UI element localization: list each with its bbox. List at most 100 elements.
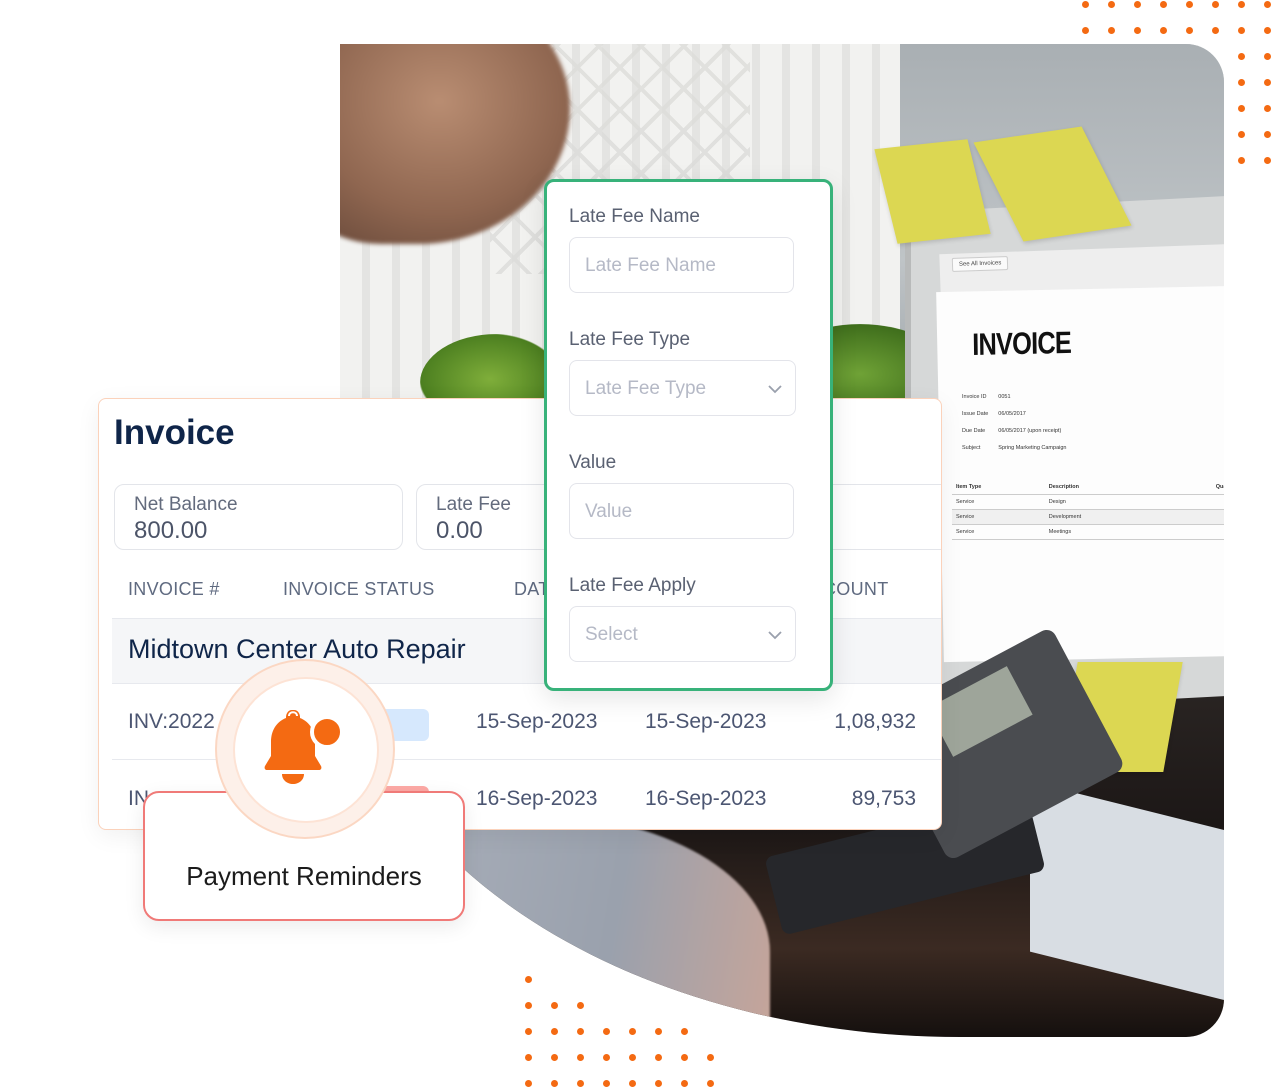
decorative-dot — [1108, 1, 1115, 8]
decorative-dot — [1238, 1, 1245, 8]
items-cell: Service — [952, 509, 1045, 525]
invoice-due-date: 15-Sep-2023 — [645, 710, 767, 733]
meta-value: 0051 — [998, 394, 1011, 400]
invoice-number[interactable]: INV:2022 — [128, 710, 215, 734]
late-fee-name-label: Late Fee Name — [569, 206, 700, 227]
photo-invoice-items-table: Item Type Description Quantity Service D… — [952, 480, 1224, 540]
items-row: Service Development 57.00 — [952, 509, 1224, 525]
column-invoice-status[interactable]: INVOICE STATUS — [283, 579, 435, 600]
decorative-dot — [681, 1080, 688, 1087]
late-fee-type-label: Late Fee Type — [569, 329, 691, 350]
value-input[interactable]: Value — [569, 483, 794, 539]
invoice-date: 15-Sep-2023 — [476, 710, 598, 733]
meta-label: Subject — [962, 445, 981, 451]
decorative-dot — [1082, 1, 1089, 8]
decorative-dot — [707, 1080, 714, 1087]
items-row: Service Meetings 4.50 — [952, 524, 1224, 540]
photo-invoice-meta: Invoice ID 0051 Issue Date 06/05/2017 Due … — [960, 388, 1076, 458]
net-balance-value: 800.00 — [134, 517, 208, 544]
decorative-dot — [1238, 157, 1245, 164]
decorative-dot — [1238, 105, 1245, 112]
late-fee-apply-placeholder: Select — [585, 624, 638, 645]
items-header: Quantity — [1157, 480, 1224, 495]
decorative-dot — [525, 1054, 532, 1061]
value-label: Value — [569, 452, 617, 473]
net-balance-label: Net Balance — [134, 494, 238, 515]
meta-value: 06/05/2017 — [998, 411, 1026, 417]
decorative-dot — [1264, 131, 1271, 138]
decorative-dot — [1238, 53, 1245, 60]
decorative-dot — [551, 1080, 558, 1087]
decorative-dot — [629, 1054, 636, 1061]
late-fee-apply-label: Late Fee Apply — [569, 575, 696, 596]
decorative-dot — [1264, 105, 1271, 112]
items-cell: 4.50 — [1157, 524, 1224, 540]
decorative-dot — [1264, 1, 1271, 8]
decorative-dot — [707, 1054, 714, 1061]
payment-reminders-label: Payment Reminders — [186, 861, 422, 891]
decorative-dot — [681, 1054, 688, 1061]
items-cell: Service — [952, 524, 1045, 540]
meta-label: Due Date — [962, 428, 986, 434]
decorative-dot — [1082, 27, 1089, 34]
invoice-date: 16-Sep-2023 — [476, 787, 598, 810]
decorative-dot — [629, 1080, 636, 1087]
column-invoice-number[interactable]: INVOICE # — [128, 579, 220, 600]
decorative-dot — [551, 1054, 558, 1061]
late-fee-label: Late Fee — [436, 494, 511, 515]
invoice-amount: 89,753 — [851, 787, 916, 810]
items-cell: Design — [1044, 494, 1158, 510]
decorative-dot — [655, 1054, 662, 1061]
decorative-dot — [1264, 157, 1271, 164]
late-fee-type-select[interactable]: Late Fee Type — [569, 360, 796, 416]
decorative-dot — [1264, 53, 1271, 60]
decorative-dot — [1134, 1, 1141, 8]
items-cell: Development — [1044, 509, 1158, 525]
items-row: Service Design 41.00 — [952, 494, 1224, 510]
invoice-amount: 1,08,932 — [834, 710, 916, 733]
late-fee-name-input[interactable]: Late Fee Name — [569, 237, 794, 293]
items-cell: 57.00 — [1157, 509, 1224, 525]
decorative-dot — [1238, 131, 1245, 138]
meta-label: Issue Date — [962, 411, 989, 417]
items-header: Item Type — [952, 480, 1045, 495]
net-balance-box: Net Balance 800.00 — [114, 484, 403, 550]
decorative-dot — [1238, 79, 1245, 86]
decorative-dot — [1212, 1, 1219, 8]
items-header: Description — [1044, 480, 1158, 495]
decorative-dot — [603, 1054, 610, 1061]
late-fee-apply-select[interactable]: Select — [569, 606, 796, 662]
items-cell: Service — [952, 494, 1045, 510]
late-fee-name-placeholder: Late Fee Name — [585, 255, 716, 276]
late-fee-type-placeholder: Late Fee Type — [585, 378, 707, 399]
decorative-dot — [577, 1080, 584, 1087]
decorative-dot — [1212, 27, 1219, 34]
decorative-dot — [1108, 27, 1115, 34]
decorative-dot — [1186, 1, 1193, 8]
bell-notification-icon — [264, 710, 344, 784]
decorative-dot — [1160, 1, 1167, 8]
value-placeholder: Value — [585, 501, 633, 522]
decorative-dot — [603, 1080, 610, 1087]
decorative-dot — [655, 1080, 662, 1087]
late-fee-value: 0.00 — [436, 517, 483, 544]
decorative-dot — [1264, 27, 1271, 34]
meta-label: Invoice ID — [962, 394, 987, 400]
chevron-down-icon — [768, 631, 782, 640]
decorative-dot — [577, 1054, 584, 1061]
meta-value: Spring Marketing Campaign — [998, 445, 1067, 451]
decorative-dot — [1186, 27, 1193, 34]
late-fee-form: Late Fee Name Late Fee Name Late Fee Typ… — [544, 179, 833, 691]
photo-see-all-invoices-button: See All Invoices — [951, 256, 1009, 272]
decorative-dot — [1238, 27, 1245, 34]
decorative-dot — [1134, 27, 1141, 34]
invoice-due-date: 16-Sep-2023 — [645, 787, 767, 810]
decorative-dot — [1160, 27, 1167, 34]
decorative-dot — [1264, 79, 1271, 86]
items-cell: 41.00 — [1157, 494, 1224, 510]
photo-invoice-title: INVOICE — [972, 324, 1072, 362]
chevron-down-icon — [768, 385, 782, 394]
items-cell: Meetings — [1044, 524, 1158, 540]
invoice-title: Invoice — [114, 413, 235, 452]
decorative-dot — [525, 1080, 532, 1087]
